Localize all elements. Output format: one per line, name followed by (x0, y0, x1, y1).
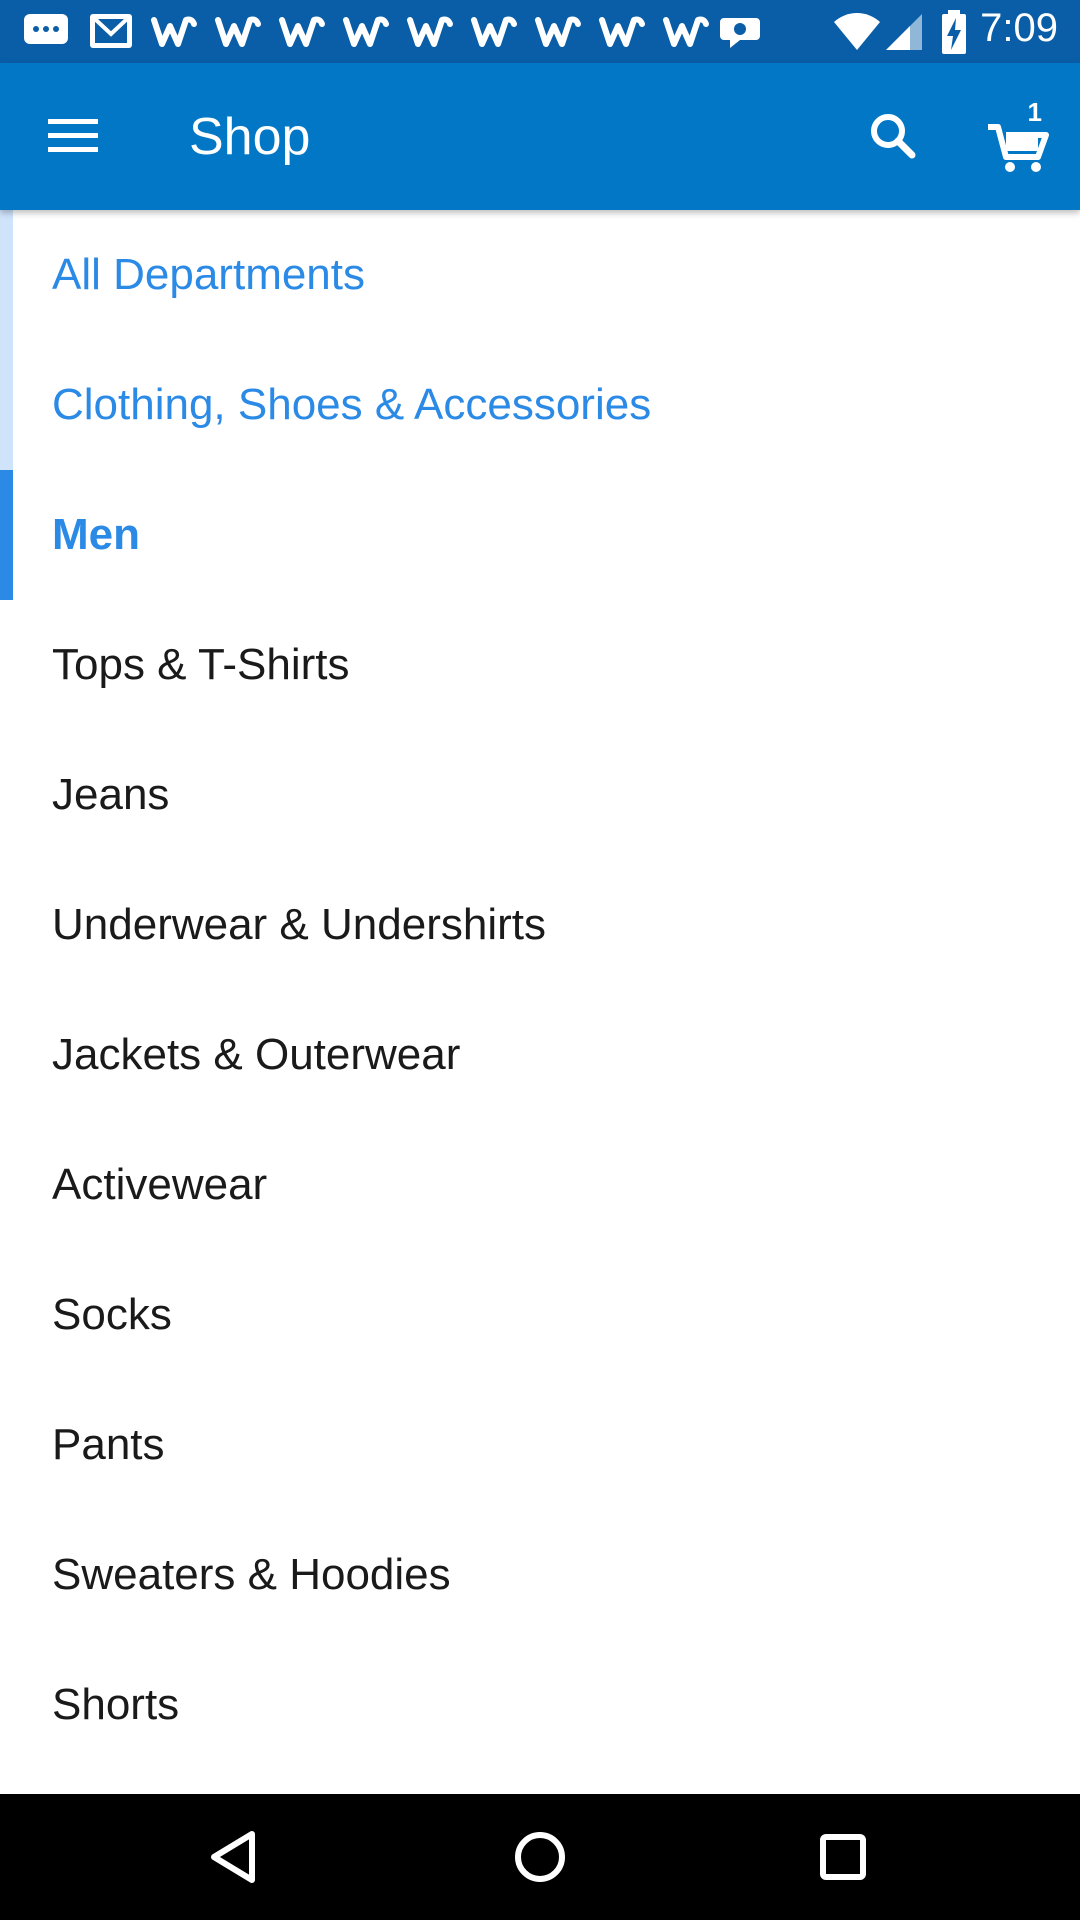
message-icon (24, 14, 68, 44)
list-item-label: Socks (52, 1290, 172, 1339)
list-item-activewear[interactable]: Activewear (0, 1120, 1080, 1250)
walmart-spark-icon (720, 18, 760, 48)
walmart-w-icon (343, 16, 389, 47)
walmart-w-icon (535, 16, 581, 47)
breadcrumb-label: All Departments (52, 250, 366, 299)
cart-count-badge: 1 (1027, 97, 1042, 127)
walmart-w-icon (471, 16, 517, 47)
breadcrumb-clothing-shoes-accessories[interactable]: Clothing, Shoes & Accessories (0, 340, 1080, 470)
list-item-socks[interactable]: Socks (0, 1250, 1080, 1380)
home-icon (515, 1832, 565, 1882)
back-button[interactable] (200, 1822, 270, 1892)
list-item-label: Sweaters & Hoodies (52, 1550, 451, 1599)
current-category-label: Men (52, 510, 140, 559)
gmail-icon (90, 14, 132, 48)
status-bar: 7:09 (0, 0, 1080, 63)
list-item-underwear-undershirts[interactable]: Underwear & Undershirts (0, 860, 1080, 990)
cart-button[interactable]: 1 (984, 97, 1054, 177)
recents-icon (820, 1834, 866, 1880)
category-list: All Departments Clothing, Shoes & Access… (0, 210, 1080, 1794)
walmart-w-icon (279, 16, 325, 47)
list-item-label: Jackets & Outerwear (52, 1030, 461, 1079)
home-button[interactable] (505, 1822, 575, 1892)
cell-signal-icon (886, 14, 922, 50)
list-item-label: Jeans (52, 770, 170, 819)
breadcrumb-all-departments[interactable]: All Departments (0, 210, 1080, 340)
walmart-w-icon (407, 16, 453, 47)
list-item-jackets-outerwear[interactable]: Jackets & Outerwear (0, 990, 1080, 1120)
walmart-w-icon (151, 16, 197, 47)
wifi-icon (834, 13, 880, 50)
list-item-pants[interactable]: Pants (0, 1380, 1080, 1510)
system-nav-bar (0, 1794, 1080, 1920)
list-item-label: Tops & T-Shirts (52, 640, 350, 689)
list-item-label: Pants (52, 1420, 165, 1469)
walmart-w-icon (599, 16, 645, 47)
list-item-tops-t-shirts[interactable]: Tops & T-Shirts (0, 600, 1080, 730)
walmart-w-icon (663, 16, 709, 47)
cart-icon (988, 124, 1049, 172)
menu-button[interactable] (34, 105, 110, 165)
list-item-label: Shorts (52, 1680, 180, 1729)
list-item-sweaters-hoodies[interactable]: Sweaters & Hoodies (0, 1510, 1080, 1640)
walmart-w-icon (215, 16, 261, 47)
page-title: Shop (189, 108, 311, 166)
battery-charging-icon (942, 10, 966, 54)
list-item-label: Underwear & Undershirts (52, 900, 546, 949)
breadcrumb-label: Clothing, Shoes & Accessories (52, 380, 652, 429)
recents-button[interactable] (808, 1822, 878, 1892)
search-icon (871, 114, 916, 159)
current-category-indicator (0, 470, 13, 600)
list-item-jeans[interactable]: Jeans (0, 730, 1080, 860)
app-bar: Shop 1 (0, 63, 1080, 210)
status-time: 7:09 (980, 6, 1058, 50)
list-item-label: Activewear (52, 1160, 268, 1209)
current-category-men[interactable]: Men (0, 470, 1080, 600)
back-icon (211, 1831, 255, 1883)
hamburger-menu-icon (48, 119, 98, 152)
search-button[interactable] (862, 101, 922, 171)
list-item-shorts[interactable]: Shorts (0, 1640, 1080, 1770)
